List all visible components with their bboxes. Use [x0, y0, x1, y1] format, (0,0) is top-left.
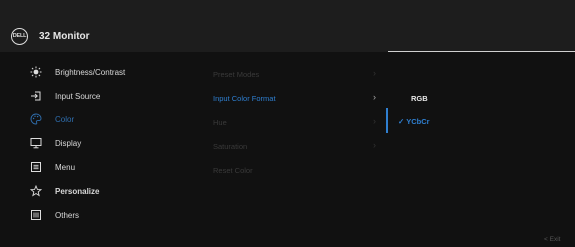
submenu-item-saturation[interactable]: Saturation › [213, 137, 385, 157]
star-icon [30, 185, 42, 197]
chevron-right-icon: › [373, 92, 376, 102]
menu-label: Personalize [55, 187, 100, 196]
menu-label: Display [55, 139, 82, 148]
submenu-label: Hue [213, 118, 227, 127]
chevron-right-icon: › [373, 116, 376, 126]
option-ycbcr-label: YCbCr [406, 117, 430, 126]
checkmark-icon: ✓ [398, 117, 405, 126]
title-bar: DELL 32 Monitor [0, 0, 575, 52]
menu-item-menu[interactable]: Menu [0, 157, 210, 179]
submenu-label: Input Color Format [213, 94, 276, 103]
exit-label: Exit [549, 236, 561, 243]
menu-label: Color [55, 115, 75, 124]
menu-item-display[interactable]: Display [0, 133, 210, 155]
exit-button[interactable]: < Exit [544, 236, 560, 243]
submenu-label: Reset Color [213, 166, 253, 175]
chevron-right-icon: › [373, 68, 376, 78]
option-ycbcr[interactable]: ✓ YCbCr [398, 117, 430, 126]
submenu-label: Saturation [213, 142, 248, 151]
brightness-icon [30, 66, 42, 78]
selection-indicator [386, 108, 388, 133]
color-palette-icon [30, 113, 42, 125]
menu-icon [31, 162, 41, 172]
others-icon [31, 210, 41, 220]
submenu-item-preset-modes[interactable]: Preset Modes › [213, 65, 385, 85]
submenu-item-hue[interactable]: Hue › [213, 113, 385, 133]
option-rgb[interactable]: RGB [411, 94, 428, 103]
chevron-left-icon: < [544, 236, 548, 243]
monitor-title: 32 Monitor [39, 31, 90, 42]
monitor-osd: DELL 32 Monitor Brightness/Contrast Inpu… [0, 0, 575, 247]
chevron-right-icon: › [373, 140, 376, 150]
title-accent-line [388, 51, 575, 52]
menu-label: Menu [55, 163, 76, 172]
menu-item-brightness-contrast[interactable]: Brightness/Contrast [0, 62, 210, 84]
dell-logo: DELL [11, 28, 28, 45]
menu-label: Input Source [55, 92, 101, 101]
menu-label: Others [55, 211, 80, 220]
display-icon [30, 138, 42, 149]
menu-item-others[interactable]: Others [0, 205, 210, 227]
submenu-item-reset-color[interactable]: Reset Color [213, 161, 385, 181]
menu-item-input-source[interactable]: Input Source [0, 86, 210, 108]
input-source-icon [31, 91, 41, 101]
submenu-label: Preset Modes [213, 70, 260, 79]
submenu-item-input-color-format[interactable]: Input Color Format › [213, 89, 385, 109]
menu-label: Brightness/Contrast [55, 68, 126, 77]
menu-item-personalize[interactable]: Personalize [0, 181, 210, 203]
menu-item-color[interactable]: Color [0, 109, 210, 131]
